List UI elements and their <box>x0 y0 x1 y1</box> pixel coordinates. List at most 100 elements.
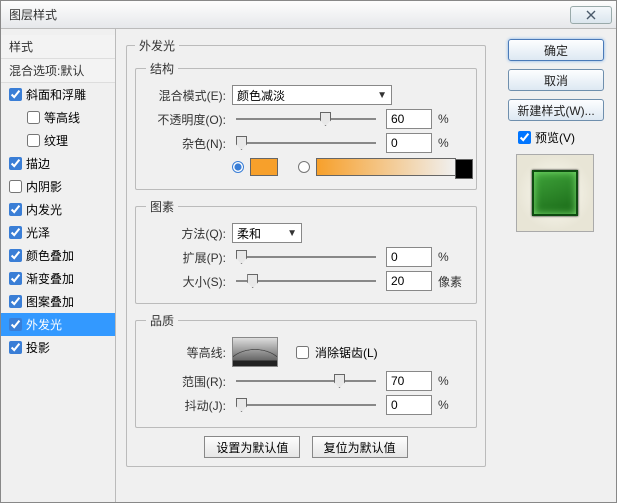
new-style-button[interactable]: 新建样式(W)... <box>508 99 604 121</box>
sidebar-label-7: 颜色叠加 <box>26 247 74 264</box>
blend-mode-value: 颜色减淡 <box>237 87 285 104</box>
antialias-checkbox[interactable] <box>296 346 309 359</box>
preview-checkbox[interactable] <box>518 131 531 144</box>
quality-group: 品质 等高线: 消除锯齿(L) 范围(R): 70 % <box>135 312 477 428</box>
close-button[interactable] <box>570 6 612 24</box>
set-default-button[interactable]: 设置为默认值 <box>204 436 300 458</box>
sidebar-label-3: 描边 <box>26 155 50 172</box>
blend-mode-dropdown[interactable]: 颜色减淡 ▼ <box>232 85 392 105</box>
sidebar-item-7[interactable]: 颜色叠加 <box>1 244 115 267</box>
sidebar-checkbox-1[interactable] <box>27 111 40 124</box>
sidebar-checkbox-10[interactable] <box>9 318 22 331</box>
sidebar-label-11: 投影 <box>26 339 50 356</box>
sidebar-item-1[interactable]: 等高线 <box>1 106 115 129</box>
sidebar-item-6[interactable]: 光泽 <box>1 221 115 244</box>
blend-mode-label: 混合模式(E): <box>146 87 226 104</box>
sidebar-checkbox-7[interactable] <box>9 249 22 262</box>
sidebar-checkbox-5[interactable] <box>9 203 22 216</box>
sidebar-checkbox-3[interactable] <box>9 157 22 170</box>
right-panel: 确定 取消 新建样式(W)... 预览(V) <box>496 29 616 502</box>
range-unit: % <box>438 374 466 388</box>
opacity-slider[interactable] <box>236 109 376 129</box>
size-input[interactable]: 20 <box>386 271 432 291</box>
sidebar-item-8[interactable]: 渐变叠加 <box>1 267 115 290</box>
structure-legend: 结构 <box>146 60 178 77</box>
opacity-input[interactable]: 60 <box>386 109 432 129</box>
layer-style-dialog: 图层样式 样式 混合选项:默认 斜面和浮雕等高线纹理描边内阴影内发光光泽颜色叠加… <box>0 0 617 503</box>
ok-button[interactable]: 确定 <box>508 39 604 61</box>
default-buttons-row: 设置为默认值 复位为默认值 <box>135 436 477 458</box>
spread-input[interactable]: 0 <box>386 247 432 267</box>
noise-slider[interactable] <box>236 133 376 153</box>
jitter-slider[interactable] <box>236 395 376 415</box>
opacity-unit: % <box>438 112 466 126</box>
spread-unit: % <box>438 250 466 264</box>
sidebar-label-1: 等高线 <box>44 109 80 126</box>
sidebar-item-3[interactable]: 描边 <box>1 152 115 175</box>
sidebar-checkbox-11[interactable] <box>9 341 22 354</box>
elements-group: 图素 方法(Q): 柔和 ▼ 扩展(P): 0 % <box>135 198 477 304</box>
size-slider[interactable] <box>236 271 376 291</box>
gradient-picker[interactable]: ▼ <box>316 158 456 176</box>
noise-unit: % <box>438 136 466 150</box>
sidebar-checkbox-8[interactable] <box>9 272 22 285</box>
style-sidebar: 样式 混合选项:默认 斜面和浮雕等高线纹理描边内阴影内发光光泽颜色叠加渐变叠加图… <box>1 29 116 502</box>
sidebar-blend-options[interactable]: 混合选项:默认 <box>1 59 115 83</box>
quality-legend: 品质 <box>146 312 178 329</box>
range-slider[interactable] <box>236 371 376 391</box>
size-label: 大小(S): <box>146 273 226 290</box>
sidebar-checkbox-2[interactable] <box>27 134 40 147</box>
gradient-radio[interactable] <box>298 161 310 173</box>
sidebar-label-0: 斜面和浮雕 <box>26 86 86 103</box>
chevron-down-icon: ▼ <box>377 90 387 101</box>
sidebar-item-11[interactable]: 投影 <box>1 336 115 359</box>
sidebar-item-2[interactable]: 纹理 <box>1 129 115 152</box>
chevron-down-icon: ▼ <box>287 228 297 239</box>
panel-title: 外发光 <box>135 37 179 54</box>
method-dropdown[interactable]: 柔和 ▼ <box>232 223 302 243</box>
color-radio[interactable] <box>232 161 244 173</box>
dialog-title: 图层样式 <box>9 6 570 23</box>
preview-label: 预览(V) <box>535 129 575 146</box>
jitter-unit: % <box>438 398 466 412</box>
range-label: 范围(R): <box>146 373 226 390</box>
preview-thumbnail <box>516 154 594 232</box>
structure-group: 结构 混合模式(E): 颜色减淡 ▼ 不透明度(O): 60 % <box>135 60 477 190</box>
noise-input[interactable]: 0 <box>386 133 432 153</box>
sidebar-item-5[interactable]: 内发光 <box>1 198 115 221</box>
sidebar-item-0[interactable]: 斜面和浮雕 <box>1 83 115 106</box>
sidebar-label-5: 内发光 <box>26 201 62 218</box>
method-label: 方法(Q): <box>146 225 226 242</box>
size-unit: 像素 <box>438 273 466 290</box>
reset-default-button[interactable]: 复位为默认值 <box>312 436 408 458</box>
opacity-label: 不透明度(O): <box>146 111 226 128</box>
sidebar-header[interactable]: 样式 <box>1 35 115 59</box>
elements-legend: 图素 <box>146 198 178 215</box>
sidebar-label-4: 内阴影 <box>26 178 62 195</box>
sidebar-label-2: 纹理 <box>44 132 68 149</box>
range-input[interactable]: 70 <box>386 371 432 391</box>
contour-label: 等高线: <box>146 344 226 361</box>
cancel-button[interactable]: 取消 <box>508 69 604 91</box>
sidebar-item-9[interactable]: 图案叠加 <box>1 290 115 313</box>
sidebar-label-10: 外发光 <box>26 316 62 333</box>
titlebar: 图层样式 <box>1 1 616 29</box>
sidebar-label-9: 图案叠加 <box>26 293 74 310</box>
color-swatch[interactable] <box>250 158 278 176</box>
contour-picker[interactable] <box>232 337 278 367</box>
sidebar-item-4[interactable]: 内阴影 <box>1 175 115 198</box>
preview-gem-icon <box>532 170 578 216</box>
noise-label: 杂色(N): <box>146 135 226 152</box>
spread-label: 扩展(P): <box>146 249 226 266</box>
spread-slider[interactable] <box>236 247 376 267</box>
jitter-label: 抖动(J): <box>146 397 226 414</box>
sidebar-label-8: 渐变叠加 <box>26 270 74 287</box>
sidebar-checkbox-4[interactable] <box>9 180 22 193</box>
sidebar-checkbox-0[interactable] <box>9 88 22 101</box>
main-panel: 外发光 结构 混合模式(E): 颜色减淡 ▼ 不透明度(O): 60 <box>116 29 496 502</box>
sidebar-checkbox-6[interactable] <box>9 226 22 239</box>
sidebar-item-10[interactable]: 外发光 <box>1 313 115 336</box>
sidebar-checkbox-9[interactable] <box>9 295 22 308</box>
jitter-input[interactable]: 0 <box>386 395 432 415</box>
close-icon <box>586 10 596 20</box>
